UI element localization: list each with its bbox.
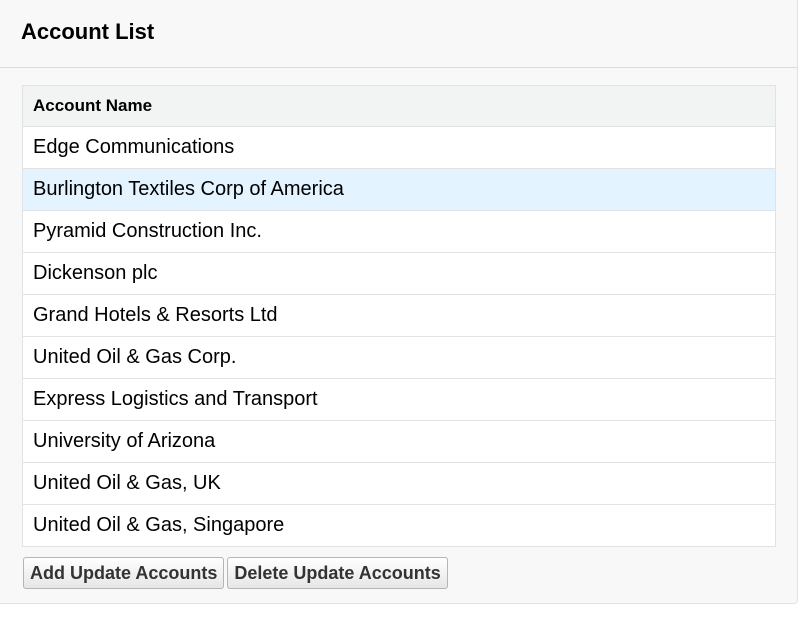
table-row[interactable]: Dickenson plc (23, 252, 775, 295)
table-row[interactable]: Edge Communications (23, 126, 775, 169)
action-buttons: Add Update Accounts Delete Update Accoun… (23, 557, 448, 589)
table-row[interactable]: Burlington Textiles Corp of America (23, 168, 775, 211)
account-table: Account Name Edge Communications Burling… (22, 85, 776, 547)
account-list-panel: Account List Account Name Edge Communica… (0, 0, 798, 604)
table-header-row: Account Name (23, 86, 775, 127)
account-name-cell: United Oil & Gas, UK (23, 462, 775, 505)
account-name-cell: United Oil & Gas Corp. (23, 336, 775, 379)
account-name-cell: Burlington Textiles Corp of America (23, 168, 775, 211)
table-row[interactable]: Pyramid Construction Inc. (23, 210, 775, 253)
account-name-cell: Edge Communications (23, 126, 775, 169)
account-name-cell: Dickenson plc (23, 252, 775, 295)
table-row[interactable]: United Oil & Gas Corp. (23, 336, 775, 379)
account-name-cell: United Oil & Gas, Singapore (23, 504, 775, 546)
table-row[interactable]: University of Arizona (23, 420, 775, 463)
account-name-cell: Express Logistics and Transport (23, 378, 775, 421)
table-row[interactable]: Express Logistics and Transport (23, 378, 775, 421)
table-row[interactable]: United Oil & Gas, UK (23, 462, 775, 505)
account-name-cell: Grand Hotels & Resorts Ltd (23, 294, 775, 337)
add-update-accounts-button[interactable]: Add Update Accounts (23, 557, 225, 589)
account-name-cell: University of Arizona (23, 420, 775, 463)
delete-update-accounts-button[interactable]: Delete Update Accounts (227, 557, 448, 589)
table-row[interactable]: Grand Hotels & Resorts Ltd (23, 294, 775, 337)
page-title: Account List (21, 19, 155, 44)
account-name-cell: Pyramid Construction Inc. (23, 210, 775, 253)
column-header-account-name: Account Name (23, 86, 775, 127)
panel-header: Account List (0, 0, 797, 68)
table-row[interactable]: United Oil & Gas, Singapore (23, 504, 775, 546)
